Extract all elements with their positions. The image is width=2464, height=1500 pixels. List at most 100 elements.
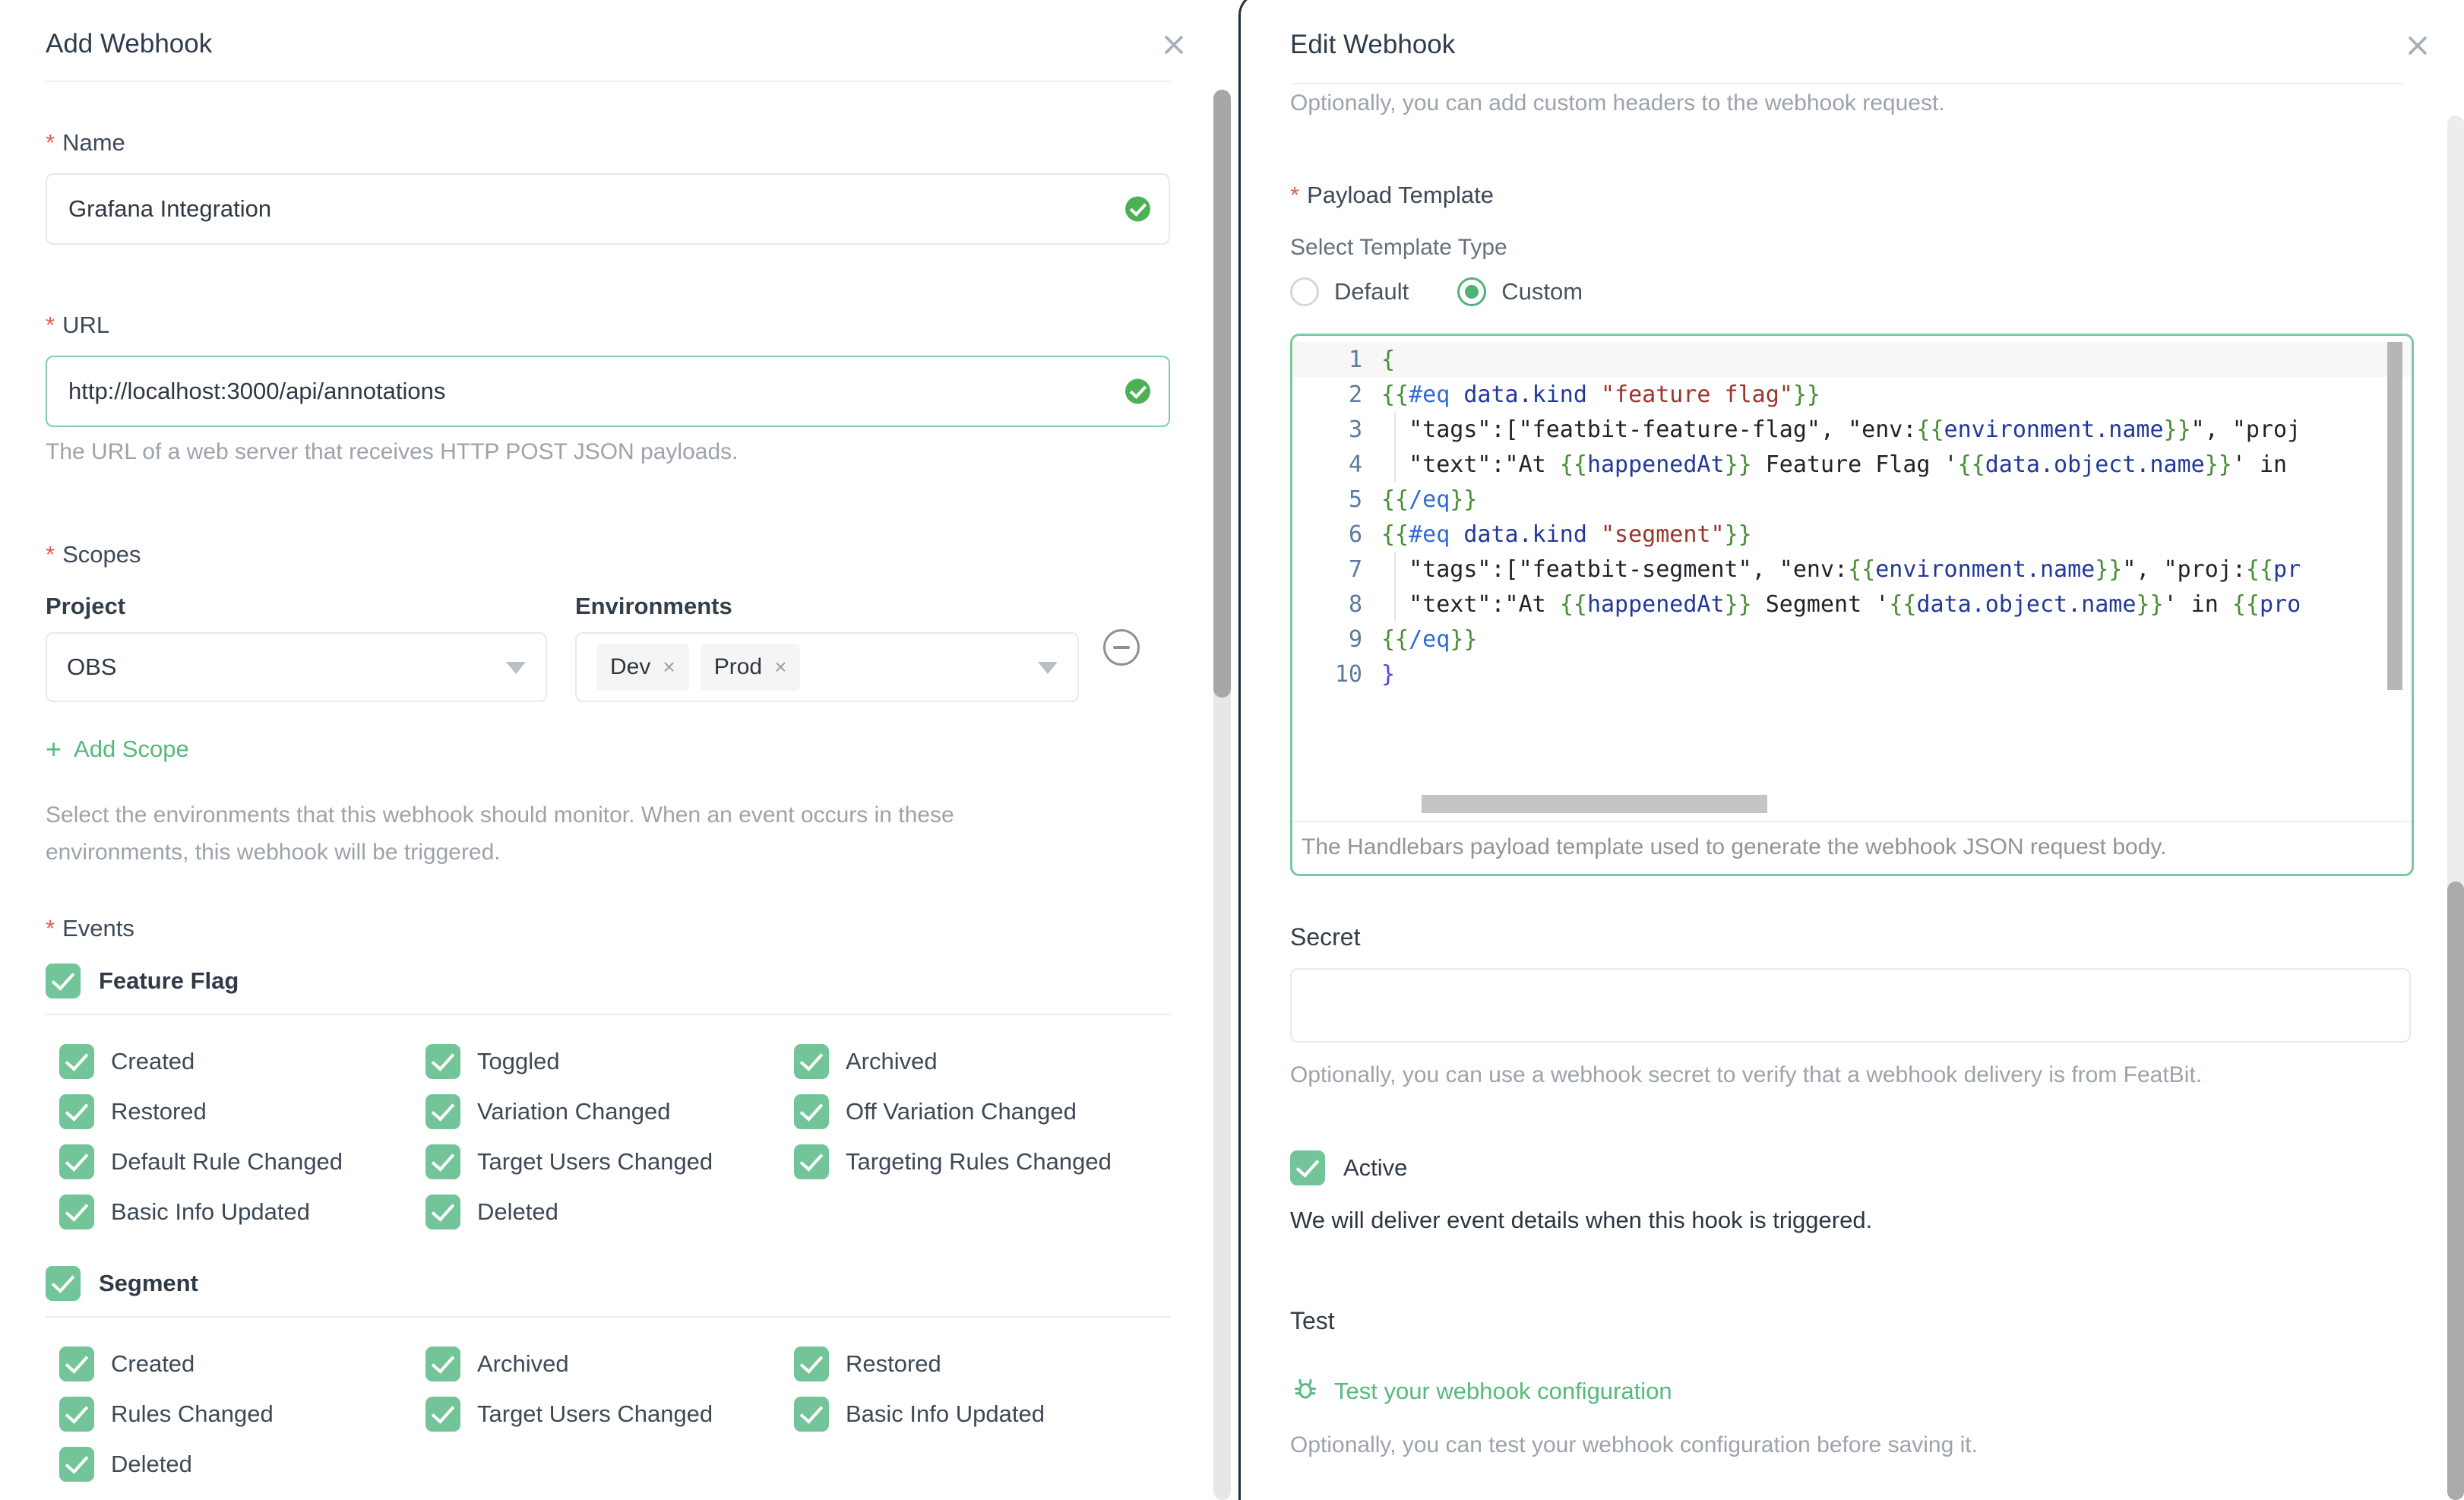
plus-icon: +: [46, 733, 62, 764]
event-checkbox[interactable]: [59, 1044, 94, 1079]
line-number: 6: [1348, 521, 1362, 548]
environment-tags: Dev × Prod ×: [596, 644, 801, 691]
name-input[interactable]: [46, 173, 1170, 245]
event-checkbox-item[interactable]: Archived: [425, 1347, 794, 1381]
event-checkbox[interactable]: [794, 1347, 829, 1381]
code-line[interactable]: 6 {{#eq data.kind "segment"}}: [1292, 517, 2412, 552]
header-divider: [1290, 83, 2403, 84]
event-checkbox-item[interactable]: Restored: [59, 1094, 425, 1129]
url-input[interactable]: [46, 356, 1170, 427]
event-checkbox-item[interactable]: Deleted: [59, 1447, 425, 1482]
event-group-header: Feature Flag: [46, 964, 1170, 998]
event-checkbox[interactable]: [794, 1044, 829, 1079]
code-line[interactable]: 5 {{/eq}}: [1292, 482, 2412, 517]
radio-circle-icon: [1290, 277, 1319, 306]
code-area[interactable]: 1{2 {{#eq data.kind "feature flag"}} 3 "ta…: [1292, 336, 2412, 822]
code-line[interactable]: 9 {{/eq}}: [1292, 622, 2412, 657]
event-checkbox-item[interactable]: Restored: [794, 1347, 1170, 1381]
remove-scope-button[interactable]: [1103, 629, 1140, 666]
template-type-radios: Default Custom: [1290, 277, 2464, 306]
event-checkbox-item[interactable]: Off Variation Changed: [794, 1094, 1170, 1129]
code-line[interactable]: 1{: [1292, 342, 2412, 377]
environment-tag[interactable]: Prod ×: [700, 644, 801, 691]
event-checkbox[interactable]: [59, 1144, 94, 1179]
edit-webhook-title: Edit Webhook: [1290, 30, 1456, 59]
event-checkbox-item[interactable]: Deleted: [425, 1195, 794, 1229]
environments-select[interactable]: Dev × Prod ×: [575, 632, 1079, 702]
event-label: Default Rule Changed: [111, 1148, 343, 1175]
event-checkbox[interactable]: [425, 1195, 460, 1229]
event-checkbox-item[interactable]: Rules Changed: [59, 1397, 425, 1432]
group-checkbox[interactable]: [46, 1266, 81, 1301]
code-line[interactable]: 10}: [1292, 657, 2412, 691]
event-checkbox[interactable]: [59, 1347, 94, 1381]
event-label: Deleted: [477, 1198, 558, 1225]
radio-custom[interactable]: Custom: [1457, 277, 1583, 306]
event-checkbox-item[interactable]: Targeting Rules Changed: [794, 1144, 1170, 1179]
remove-tag-icon[interactable]: ×: [663, 657, 675, 678]
test-label: Test: [1290, 1307, 1335, 1334]
scopes-helper-text: Select the environments that this webhoo…: [46, 802, 954, 865]
event-checkbox[interactable]: [425, 1347, 460, 1381]
screen: Add Webhook * Name * URL The URL of a we…: [0, 0, 2464, 1500]
event-checkbox[interactable]: [794, 1094, 829, 1129]
event-checkbox[interactable]: [794, 1397, 829, 1432]
secret-input[interactable]: [1290, 968, 2411, 1043]
headers-helper-text: Optionally, you can add custom headers t…: [1290, 90, 1945, 116]
event-checkbox-item[interactable]: Target Users Changed: [425, 1397, 794, 1432]
project-select[interactable]: OBS: [46, 632, 547, 702]
active-checkbox[interactable]: [1290, 1150, 1325, 1185]
scope-row: Project OBS Environments Dev × Prod ×: [46, 593, 1170, 702]
right-dialog-scrollbar-thumb[interactable]: [2447, 881, 2464, 1500]
code-text: "text":"At {{happenedAt}} Segment '{{dat…: [1381, 590, 2301, 618]
active-checkbox-row[interactable]: Active: [1290, 1150, 2464, 1185]
event-label: Off Variation Changed: [846, 1098, 1077, 1125]
code-text: {: [1381, 346, 1396, 373]
event-label: Archived: [477, 1350, 569, 1377]
event-checkbox-item[interactable]: Target Users Changed: [425, 1144, 794, 1179]
remove-tag-icon[interactable]: ×: [774, 657, 786, 678]
required-asterisk: *: [1290, 182, 1300, 208]
event-checkbox[interactable]: [59, 1397, 94, 1432]
event-checkbox[interactable]: [59, 1195, 94, 1229]
event-checkbox-item[interactable]: Toggled: [425, 1044, 794, 1079]
code-line[interactable]: 3 "tags":["featbit-feature-flag", "env:{…: [1292, 412, 2412, 447]
code-text: {{#eq data.kind "segment"}}: [1381, 521, 1752, 548]
group-divider: [46, 1316, 1170, 1318]
event-checkbox[interactable]: [59, 1094, 94, 1129]
active-note-text: We will deliver event details when this …: [1290, 1207, 1873, 1233]
indent-guide: [1394, 447, 1396, 482]
add-scope-link[interactable]: + Add Scope: [46, 736, 1170, 763]
radio-default[interactable]: Default: [1290, 277, 1409, 306]
payload-template-editor[interactable]: 1{2 {{#eq data.kind "feature flag"}} 3 "ta…: [1290, 334, 2414, 876]
add-webhook-title: Add Webhook: [46, 29, 213, 59]
event-label: Created: [111, 1048, 195, 1074]
event-checkbox-item[interactable]: Archived: [794, 1044, 1170, 1079]
code-line[interactable]: 4 "text":"At {{happenedAt}} Feature Flag…: [1292, 447, 2412, 482]
editor-vertical-scrollbar-thumb[interactable]: [2387, 342, 2402, 690]
close-icon[interactable]: [1161, 32, 1187, 58]
event-checkbox-item[interactable]: Basic Info Updated: [794, 1397, 1170, 1432]
event-checkbox[interactable]: [794, 1144, 829, 1179]
event-checkbox-item[interactable]: Created: [59, 1044, 425, 1079]
event-checkbox[interactable]: [425, 1044, 460, 1079]
close-icon[interactable]: [2405, 33, 2431, 59]
left-dialog-scrollbar-thumb[interactable]: [1213, 90, 1231, 698]
event-checkbox-item[interactable]: Created: [59, 1347, 425, 1381]
event-checkbox[interactable]: [425, 1094, 460, 1129]
test-webhook-link[interactable]: Test your webhook configuration: [1290, 1373, 2464, 1410]
editor-horizontal-scrollbar-thumb[interactable]: [1422, 795, 1767, 813]
bug-icon: [1290, 1373, 1321, 1410]
environment-tag[interactable]: Dev ×: [596, 644, 689, 691]
event-checkbox[interactable]: [425, 1144, 460, 1179]
code-line[interactable]: 7 "tags":["featbit-segment", "env:{{envi…: [1292, 552, 2412, 587]
event-checkbox-item[interactable]: Variation Changed: [425, 1094, 794, 1129]
event-checkbox[interactable]: [59, 1447, 94, 1482]
event-checkbox-item[interactable]: Default Rule Changed: [59, 1144, 425, 1179]
group-checkbox[interactable]: [46, 964, 81, 998]
event-checkbox[interactable]: [425, 1397, 460, 1432]
event-checkbox-item[interactable]: Basic Info Updated: [59, 1195, 425, 1229]
payload-template-label: * Payload Template: [1290, 182, 1494, 208]
code-line[interactable]: 2 {{#eq data.kind "feature flag"}}: [1292, 377, 2412, 412]
code-line[interactable]: 8 "text":"At {{happenedAt}} Segment '{{d…: [1292, 587, 2412, 622]
